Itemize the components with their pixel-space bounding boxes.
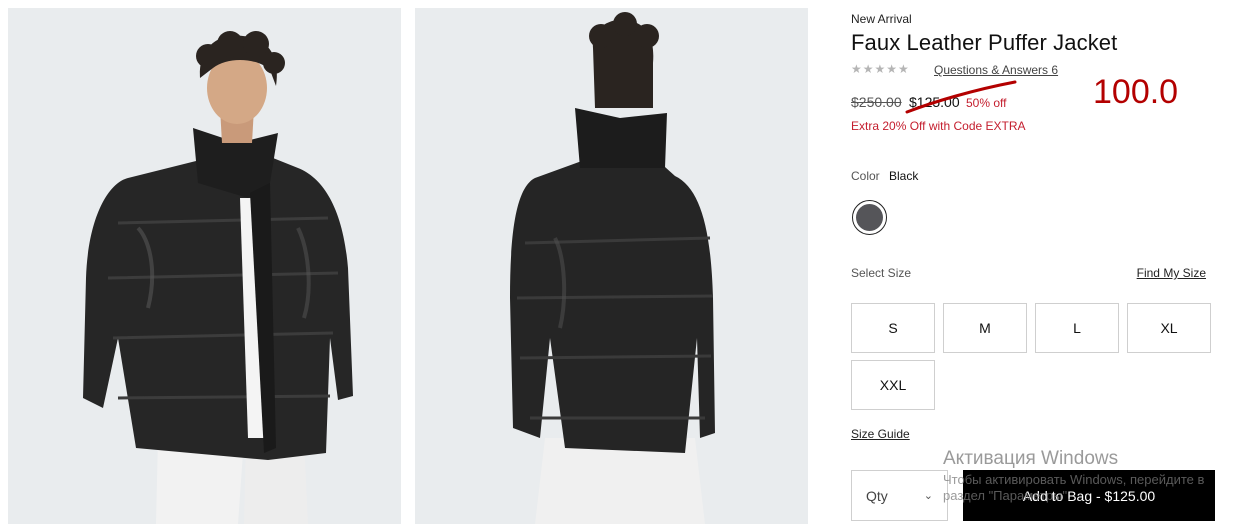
select-size-label: Select Size <box>851 266 912 280</box>
promo-code-text: Extra 20% Off with Code EXTRA <box>851 119 1026 133</box>
size-option-s[interactable]: S <box>851 303 935 353</box>
product-image-back[interactable] <box>415 8 808 524</box>
color-swatch-black[interactable] <box>852 200 887 235</box>
color-label: Color <box>851 169 880 183</box>
original-price: $250.00 <box>851 94 902 110</box>
quantity-label: Qty <box>866 487 888 504</box>
product-title: Faux Leather Puffer Jacket <box>851 30 1118 55</box>
add-to-bag-button[interactable]: Add to Bag - $125.00 <box>963 470 1215 521</box>
swatch-fill <box>856 204 883 231</box>
discount-label: 50% off <box>966 96 1007 110</box>
model-back-illustration <box>415 8 808 524</box>
size-option-l[interactable]: L <box>1035 303 1119 353</box>
new-arrival-badge: New Arrival <box>851 12 912 26</box>
chevron-down-icon: ⌄ <box>923 490 933 502</box>
questions-answers-link[interactable]: Questions & Answers 6 <box>934 63 1058 77</box>
size-guide-link[interactable]: Size Guide <box>851 427 910 441</box>
size-option-m[interactable]: M <box>943 303 1027 353</box>
color-value: Black <box>889 169 919 183</box>
overlay-number: 100.0 <box>1093 73 1179 111</box>
rating-stars[interactable]: ★★★★★ <box>851 62 910 76</box>
find-my-size-link[interactable]: Find My Size <box>1137 266 1206 280</box>
product-info-panel: New Arrival Faux Leather Puffer Jacket ★… <box>851 0 1231 532</box>
size-option-xxl[interactable]: XXL <box>851 360 935 410</box>
size-option-xl[interactable]: XL <box>1127 303 1211 353</box>
product-image-front[interactable] <box>8 8 401 524</box>
model-front-illustration <box>8 8 401 524</box>
sale-price: $125.00 <box>909 94 960 110</box>
quantity-select[interactable]: Qty ⌄ <box>851 470 948 521</box>
